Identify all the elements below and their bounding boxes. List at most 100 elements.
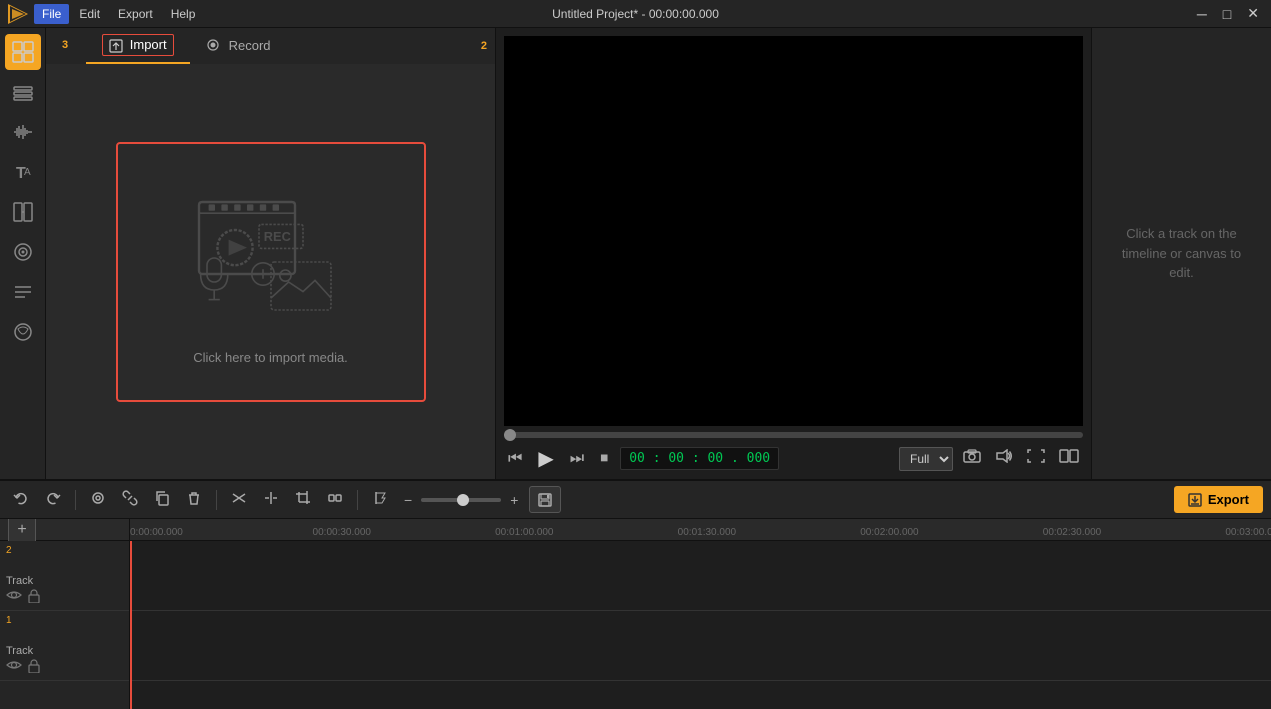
- import-label: Import: [130, 37, 167, 52]
- tab-import[interactable]: Import: [86, 28, 189, 64]
- tab-number-3: 3: [46, 28, 86, 64]
- ruler-mark-4: 00:02:00.000: [860, 527, 918, 538]
- track-labels: + 2 Track: [0, 519, 130, 709]
- preview-controls: ⏮ ▶ ⏭ ⏹ 00 : 00 : 00 . 000 Full 1/2 1/4: [496, 426, 1091, 479]
- delete-button[interactable]: [181, 486, 207, 513]
- cut-button[interactable]: [226, 486, 252, 513]
- track-name-1: Track: [6, 645, 123, 657]
- ruler-mark-6: 00:03:00.000: [1225, 527, 1271, 538]
- export-label: Export: [1208, 492, 1249, 507]
- svg-text:A: A: [24, 167, 31, 178]
- track-label-1: 1 Track: [0, 611, 129, 681]
- export-button[interactable]: Export: [1174, 486, 1263, 513]
- close-button[interactable]: ✕: [1243, 5, 1263, 22]
- redo-button[interactable]: [40, 486, 66, 513]
- main-area: T A: [0, 28, 1271, 479]
- video-canvas: [504, 36, 1083, 426]
- track-lock-1[interactable]: [28, 659, 40, 676]
- stop-button[interactable]: ⏹: [596, 448, 612, 470]
- menu-file[interactable]: File: [34, 4, 69, 24]
- undo-button[interactable]: [8, 486, 34, 513]
- menu-help[interactable]: Help: [163, 4, 204, 24]
- menu-export[interactable]: Export: [110, 4, 161, 24]
- timeline-ruler-area: 0:00:00.000 00:00:30.000 00:01:00.000 00…: [130, 519, 1271, 709]
- sidebar-item-audio[interactable]: [5, 114, 41, 150]
- import-tab-label: Import: [102, 34, 173, 56]
- ruler-spacer: +: [0, 519, 129, 541]
- ruler-mark-0: 0:00:00.000: [130, 527, 183, 538]
- app-logo-icon: [8, 4, 28, 24]
- badge-2-label: 2: [481, 40, 495, 52]
- fullscreen-button[interactable]: [1023, 447, 1049, 470]
- track-eye-1[interactable]: [6, 659, 22, 676]
- toolbar-separator-1: [75, 490, 76, 510]
- link-button[interactable]: [117, 486, 143, 513]
- dual-screen-button[interactable]: [1055, 447, 1083, 470]
- play-button[interactable]: ▶: [534, 444, 557, 473]
- track-icons-2: [6, 589, 123, 606]
- volume-button[interactable]: [991, 447, 1017, 470]
- media-panel: 3 Import: [46, 28, 496, 479]
- split-button[interactable]: [258, 486, 284, 513]
- minimize-button[interactable]: ─: [1193, 6, 1211, 22]
- step-back-button[interactable]: ⏮: [504, 448, 526, 470]
- step-forward-button[interactable]: ⏭: [566, 448, 588, 470]
- quality-select[interactable]: Full 1/2 1/4: [899, 447, 953, 471]
- sidebar-item-stickers[interactable]: [5, 274, 41, 310]
- tab-record[interactable]: Record: [190, 28, 287, 64]
- svg-text:REC: REC: [263, 229, 290, 244]
- maximize-button[interactable]: □: [1219, 6, 1235, 22]
- ruler-mark-2: 00:01:00.000: [495, 527, 553, 538]
- toolbar-separator-2: [216, 490, 217, 510]
- zoom-in-button[interactable]: +: [505, 488, 523, 512]
- ruler-mark-5: 00:02:30.000: [1043, 527, 1101, 538]
- titlebar-left: File Edit Export Help: [8, 4, 203, 24]
- save-button[interactable]: [529, 486, 561, 514]
- titlebar: File Edit Export Help Untitled Project* …: [0, 0, 1271, 28]
- properties-hint-text: Click a track on the timeline or canvas …: [1108, 224, 1255, 283]
- import-placeholder-text: Click here to import media.: [193, 350, 348, 365]
- menu-edit[interactable]: Edit: [71, 4, 108, 24]
- badge-3: 3: [62, 39, 68, 51]
- media-tabs: 3 Import: [46, 28, 495, 64]
- sidebar: T A: [0, 28, 46, 479]
- properties-panel: Click a track on the timeline or canvas …: [1091, 28, 1271, 479]
- sidebar-item-text[interactable]: T A: [5, 154, 41, 190]
- controls-row: ⏮ ▶ ⏭ ⏹ 00 : 00 : 00 . 000 Full 1/2 1/4: [504, 444, 1083, 473]
- sidebar-item-transitions[interactable]: [5, 194, 41, 230]
- snapshot-button[interactable]: [959, 447, 985, 470]
- zoom-slider[interactable]: [421, 498, 501, 502]
- zoom-out-button[interactable]: −: [399, 488, 417, 512]
- track-lock-2[interactable]: [28, 589, 40, 606]
- sidebar-item-layers[interactable]: [5, 74, 41, 110]
- zoom-control: − +: [399, 488, 523, 512]
- timeline-area: − + Export: [0, 479, 1271, 709]
- window-controls: ─ □ ✕: [1193, 5, 1263, 22]
- timeline-body: + 2 Track: [0, 519, 1271, 709]
- progress-thumb[interactable]: [504, 429, 516, 441]
- snap-button[interactable]: [85, 486, 111, 513]
- preview-panel: ⏮ ▶ ⏭ ⏹ 00 : 00 : 00 . 000 Full 1/2 1/4: [496, 28, 1091, 479]
- controls-right: Full 1/2 1/4: [899, 447, 1083, 471]
- ruler-mark-3: 00:01:30.000: [678, 527, 736, 538]
- zoom-slider-thumb[interactable]: [457, 494, 469, 506]
- track-eye-2[interactable]: [6, 589, 22, 606]
- track-number-1: 1: [6, 615, 12, 626]
- sidebar-item-mask[interactable]: [5, 314, 41, 350]
- content-area: 3 Import: [46, 28, 1271, 479]
- add-track-button[interactable]: +: [8, 519, 36, 544]
- sidebar-item-media[interactable]: [5, 34, 41, 70]
- menubar: File Edit Export Help: [34, 4, 203, 24]
- flag-button[interactable]: [367, 486, 393, 513]
- playhead[interactable]: [130, 541, 132, 709]
- sidebar-item-effects[interactable]: [5, 234, 41, 270]
- timeline-ruler[interactable]: 0:00:00.000 00:00:30.000 00:01:00.000 00…: [130, 519, 1271, 541]
- track-icons-1: [6, 659, 123, 676]
- copy-button[interactable]: [149, 486, 175, 513]
- speed-button[interactable]: [322, 486, 348, 513]
- import-media-area[interactable]: REC Click: [116, 142, 426, 402]
- media-content: REC Click: [46, 64, 495, 479]
- progress-bar[interactable]: [504, 432, 1083, 438]
- track-label-2: 2 Track: [0, 541, 129, 611]
- crop-button[interactable]: [290, 486, 316, 513]
